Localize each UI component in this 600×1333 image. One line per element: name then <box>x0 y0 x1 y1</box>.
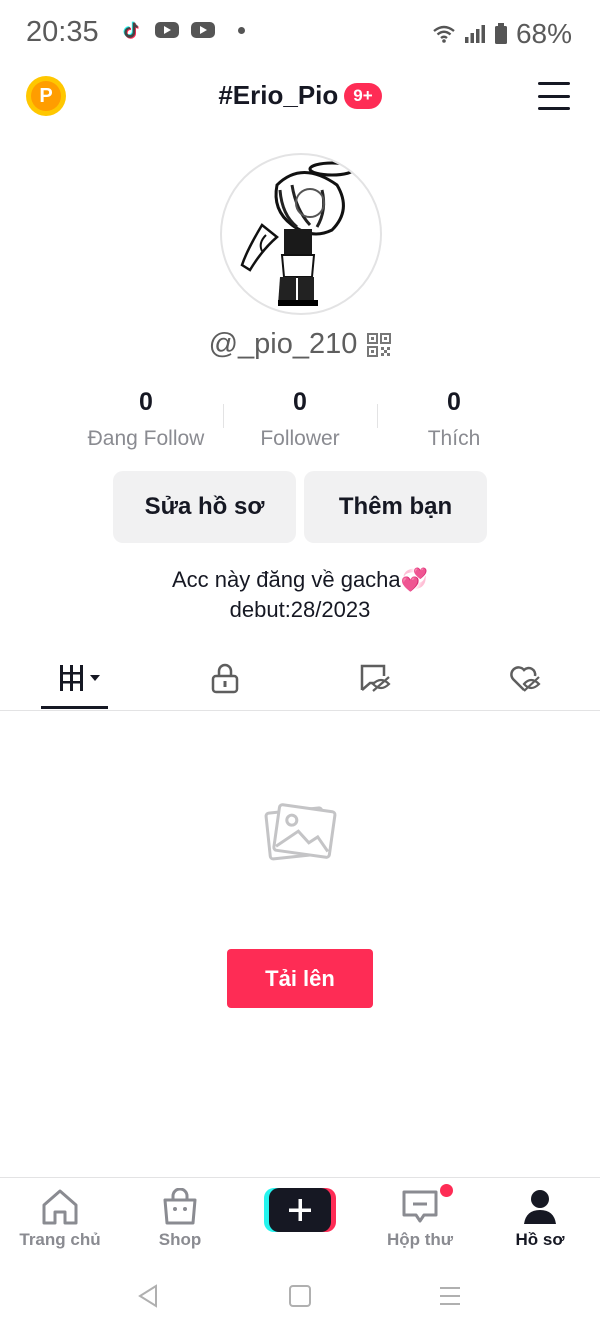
nav-inbox[interactable]: Hộp thư <box>365 1188 475 1250</box>
youtube-icon <box>191 22 215 38</box>
nav-home[interactable]: Trang chủ <box>5 1188 115 1250</box>
tab-videos[interactable] <box>50 660 110 696</box>
status-notification-icons <box>118 20 245 40</box>
status-system-icons: 68% <box>432 18 572 50</box>
username-row: @_pio_210 <box>0 328 600 361</box>
system-navigation-bar <box>0 1263 600 1333</box>
hidden-tag-icon <box>360 664 391 692</box>
grid-icon <box>60 665 100 691</box>
nav-home-label: Trang chủ <box>19 1230 101 1249</box>
bio-line: debut:28/2023 <box>229 597 371 622</box>
create-button[interactable] <box>264 1186 336 1234</box>
stat-following-label: Đang Follow <box>87 427 205 450</box>
stat-likes[interactable]: 0 Thích <box>374 388 534 451</box>
stat-followers-label: Follower <box>260 427 340 450</box>
home-icon <box>42 1189 78 1225</box>
status-time: 20:35 <box>26 16 99 48</box>
edit-profile-button[interactable]: Sửa hồ sơ <box>113 471 296 543</box>
nav-shop[interactable]: Shop <box>125 1188 235 1250</box>
avatar-image <box>240 161 356 306</box>
lock-icon <box>211 663 239 694</box>
nav-profile-label: Hồ sơ <box>515 1230 565 1249</box>
menu-icon-line <box>538 82 570 85</box>
back-icon[interactable] <box>136 1283 160 1309</box>
wifi-icon <box>433 25 455 43</box>
menu-icon-line <box>538 107 570 110</box>
menu-button[interactable] <box>538 82 570 110</box>
battery-percentage: 68% <box>515 18 572 49</box>
tab-reposts[interactable] <box>350 660 400 696</box>
stat-followers[interactable]: 0 Follower <box>220 388 380 451</box>
battery-icon <box>494 23 507 44</box>
tab-private[interactable] <box>200 660 250 696</box>
stat-following-count: 0 <box>139 388 153 416</box>
qr-code-icon[interactable] <box>367 332 392 357</box>
image-placeholder-icon <box>264 803 337 861</box>
page-title[interactable]: #Erio_Pio <box>218 80 338 111</box>
bottom-navigation: Trang chủ Shop Hộp thư Hồ sơ <box>0 1177 600 1264</box>
active-tab-indicator <box>41 706 108 709</box>
tiktok-icon <box>123 21 139 39</box>
shop-icon <box>163 1188 197 1225</box>
stat-followers-count: 0 <box>293 388 307 416</box>
home-square-icon[interactable] <box>288 1284 312 1308</box>
inbox-icon <box>402 1190 438 1223</box>
stat-likes-label: Thích <box>427 427 481 450</box>
bio-line: Acc này đăng về gacha💞 <box>171 567 429 592</box>
username: @_pio_210 <box>208 328 358 360</box>
tab-liked[interactable] <box>500 660 550 696</box>
nav-shop-label: Shop <box>158 1230 202 1249</box>
hidden-heart-icon <box>510 666 541 692</box>
tab-divider <box>0 710 600 711</box>
inbox-notification-dot <box>440 1184 453 1197</box>
stat-following[interactable]: 0 Đang Follow <box>66 388 226 451</box>
profile-icon <box>524 1190 556 1224</box>
youtube-icon <box>155 22 179 38</box>
avatar[interactable] <box>220 153 382 315</box>
stat-likes-count: 0 <box>447 388 461 416</box>
upload-button[interactable]: Tải lên <box>227 949 373 1008</box>
signal-icon <box>464 25 485 43</box>
recents-icon[interactable] <box>438 1285 462 1307</box>
dot-icon <box>238 26 245 34</box>
notification-badge: 9+ <box>344 82 382 109</box>
content-tabs <box>0 652 600 710</box>
nav-profile[interactable]: Hồ sơ <box>485 1188 595 1250</box>
header-title-group[interactable]: #Erio_Pio 9+ <box>0 80 600 111</box>
menu-icon-line <box>538 94 570 98</box>
nav-inbox-label: Hộp thư <box>386 1230 454 1249</box>
add-friend-button[interactable]: Thêm bạn <box>304 471 487 543</box>
